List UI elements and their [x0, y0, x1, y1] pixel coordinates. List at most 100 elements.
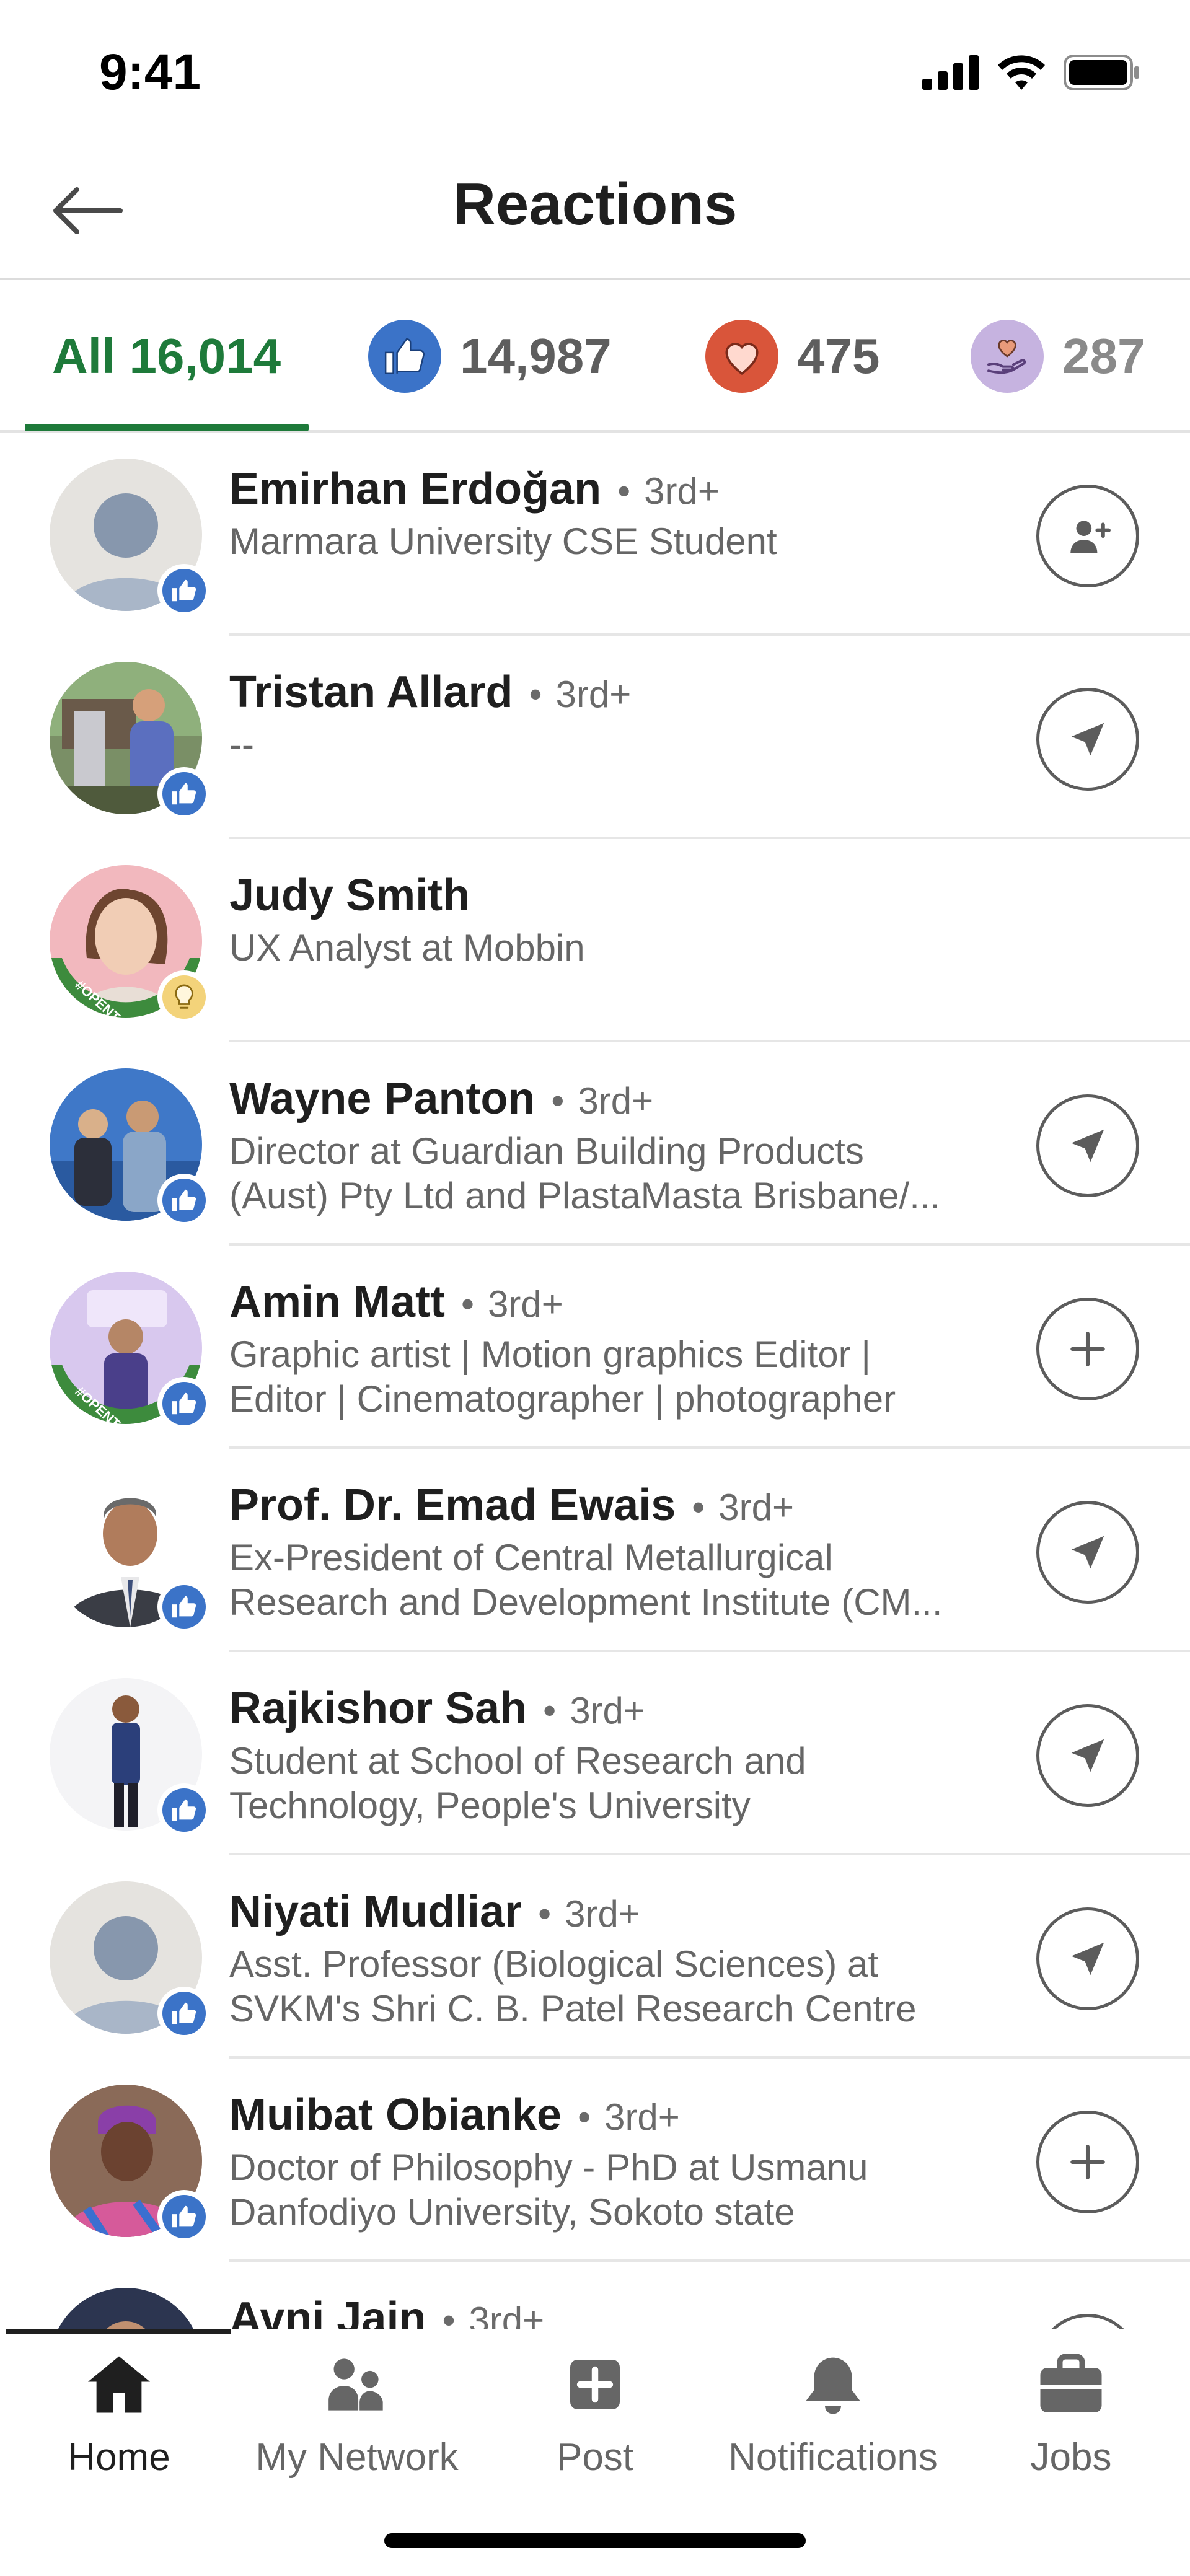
separator-dot: • — [543, 1690, 557, 1731]
person-name[interactable]: Rajkishor Sah — [229, 1683, 527, 1734]
list-item[interactable]: Rajkishor Sah • 3rd+ Student at School o… — [0, 1652, 1190, 1855]
separator-dot: • — [461, 1283, 474, 1325]
connect-button[interactable] — [1036, 485, 1139, 587]
nav-label: Jobs — [1030, 2436, 1112, 2479]
nav-post[interactable]: Post — [476, 2341, 714, 2490]
person-info: Avni Jain • 3rd+ — [229, 2293, 1004, 2329]
message-button[interactable] — [1036, 1907, 1139, 2010]
like-icon — [157, 1783, 211, 1837]
list-item[interactable]: Niyati Mudliar • 3rd+ Asst. Professor (B… — [0, 1855, 1190, 2059]
tab-love[interactable]: 475 — [705, 280, 879, 433]
like-icon — [157, 1580, 211, 1633]
person-info: Judy Smith UX Analyst at Mobbin — [229, 870, 1004, 970]
list-item[interactable]: Muibat Obianke • 3rd+ Doctor of Philosop… — [0, 2059, 1190, 2262]
person-name[interactable]: Wayne Panton — [229, 1073, 535, 1124]
person-name[interactable]: Niyati Mudliar — [229, 1886, 522, 1937]
tab-support[interactable]: 287 — [971, 280, 1145, 433]
person-name[interactable]: Emirhan Erdoğan — [229, 464, 601, 514]
person-headline: Director at Guardian Building Products — [229, 1130, 864, 1172]
nav-jobs[interactable]: Jobs — [952, 2341, 1190, 2490]
person-name[interactable]: Avni Jain — [229, 2293, 426, 2329]
list-item[interactable]: Tristan Allard • 3rd+ -- — [0, 636, 1190, 839]
send-icon — [1071, 723, 1104, 756]
separator-dot: • — [538, 1893, 552, 1935]
list-item[interactable]: Emirhan Erdoğan • 3rd+ Marmara Universit… — [0, 433, 1190, 636]
person-name[interactable]: Prof. Dr. Emad Ewais — [229, 1480, 676, 1531]
status-icons — [922, 55, 1140, 90]
separator-dot: • — [529, 674, 542, 715]
person-headline-line2: Editor | Cinematographer | photographer — [229, 1378, 896, 1420]
active-tab-indicator — [25, 424, 309, 431]
home-icon — [84, 2341, 154, 2428]
send-icon — [1071, 1536, 1104, 1569]
person-headline: Doctor of Philosophy - PhD at Usmanu — [229, 2147, 868, 2188]
person-headline: Graphic artist | Motion graphics Editor … — [229, 1334, 871, 1375]
person-info: Amin Matt • 3rd+ Graphic artist | Motion… — [229, 1277, 1004, 1422]
separator-dot: • — [551, 1080, 565, 1122]
nav-label: My Network — [255, 2436, 459, 2479]
list-item[interactable]: Wayne Panton • 3rd+ Director at Guardian… — [0, 1042, 1190, 1246]
avatar[interactable] — [50, 2288, 202, 2329]
separator-dot: • — [442, 2300, 456, 2329]
person-headline-line2: (Aust) Pty Ltd and PlastaMasta Brisbane/… — [229, 1175, 941, 1216]
person-name[interactable]: Judy Smith — [229, 870, 470, 921]
page-title: Reactions — [452, 171, 738, 237]
message-button[interactable] — [1036, 2314, 1139, 2329]
tab-all[interactable]: All 16,014 — [52, 280, 281, 433]
connection-degree: 3rd+ — [555, 674, 632, 715]
nav-home[interactable]: Home — [0, 2341, 238, 2490]
insightful-icon — [157, 970, 211, 1024]
message-button[interactable] — [1036, 1094, 1139, 1197]
person-info: Tristan Allard • 3rd+ -- — [229, 667, 1004, 767]
person-info: Emirhan Erdoğan • 3rd+ Marmara Universit… — [229, 464, 1004, 564]
nav-notifications[interactable]: Notifications — [714, 2341, 952, 2490]
like-icon — [368, 320, 441, 393]
list-item[interactable]: #OPENTOWORK Judy Smith UX Analyst at Mob… — [0, 839, 1190, 1042]
person-headline: UX Analyst at Mobbin — [229, 927, 585, 969]
header: Reactions — [0, 143, 1190, 280]
person-name[interactable]: Amin Matt — [229, 1277, 445, 1327]
list-item[interactable]: #OPENTOWORK Amin Matt • 3rd+ Graphic art… — [0, 1246, 1190, 1449]
person-headline: Marmara University CSE Student — [229, 521, 777, 562]
separator-dot: • — [617, 470, 631, 512]
separator-dot: • — [578, 2096, 591, 2138]
person-headline: Student at School of Research and — [229, 1740, 806, 1782]
list-item[interactable]: Avni Jain • 3rd+ — [0, 2262, 1190, 2329]
person-name[interactable]: Tristan Allard — [229, 667, 513, 718]
person-headline-line2: SVKM's Shri C. B. Patel Research Centre — [229, 1988, 917, 2029]
battery-icon — [1064, 55, 1139, 90]
send-icon — [1071, 1739, 1104, 1772]
person-headline: -- — [229, 724, 254, 765]
connection-degree: 3rd+ — [469, 2300, 545, 2329]
person-info: Wayne Panton • 3rd+ Director at Guardian… — [229, 1073, 1004, 1218]
like-icon — [157, 1987, 211, 2040]
message-button[interactable] — [1036, 1501, 1139, 1604]
love-icon — [705, 320, 778, 393]
person-headline-line2: Research and Development Institute (CM..… — [229, 1581, 943, 1623]
connect-icon — [1070, 521, 1111, 553]
tab-love-count: 475 — [797, 328, 880, 384]
follow-button[interactable] — [1036, 1298, 1139, 1400]
connection-degree: 3rd+ — [604, 2096, 680, 2138]
message-button[interactable] — [1036, 688, 1139, 791]
message-button[interactable] — [1036, 1704, 1139, 1807]
like-icon — [157, 1174, 211, 1227]
active-nav-indicator — [6, 2329, 231, 2334]
nav-label: Post — [556, 2436, 634, 2479]
tab-all-label: All 16,014 — [52, 328, 281, 384]
tab-like[interactable]: 14,987 — [368, 280, 612, 433]
plus-icon — [1070, 2145, 1105, 2179]
like-icon — [157, 564, 211, 617]
connection-degree: 3rd+ — [570, 1690, 645, 1731]
list-item[interactable]: Prof. Dr. Emad Ewais • 3rd+ Ex-President… — [0, 1449, 1190, 1652]
nav-my-network[interactable]: My Network — [238, 2341, 476, 2490]
send-icon — [1071, 1942, 1104, 1976]
person-name[interactable]: Muibat Obianke — [229, 2090, 562, 2140]
status-bar: 9:41 — [0, 0, 1190, 143]
separator-dot: • — [692, 1487, 705, 1528]
plus-icon — [1070, 1332, 1105, 1366]
home-indicator — [384, 2533, 806, 2548]
person-info: Niyati Mudliar • 3rd+ Asst. Professor (B… — [229, 1886, 1004, 2031]
reaction-tabs: All 16,014 14,987 475 287 — [0, 280, 1190, 433]
follow-button[interactable] — [1036, 2111, 1139, 2213]
